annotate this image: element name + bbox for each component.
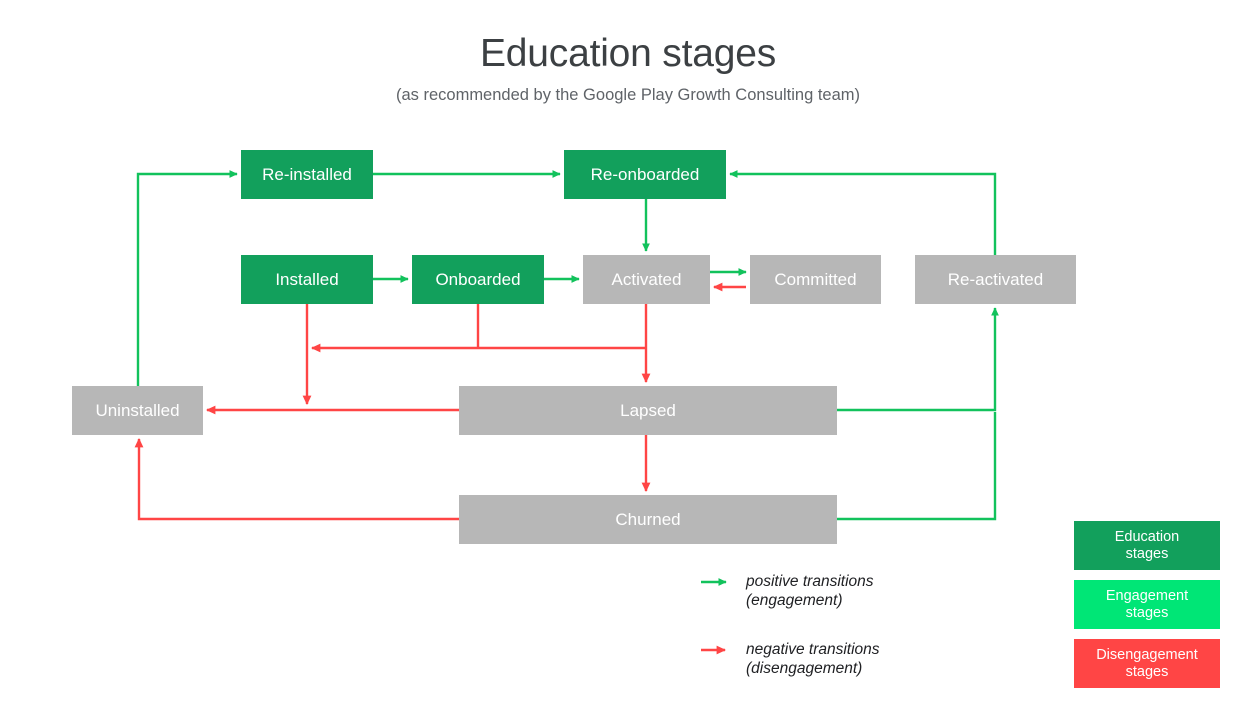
node-label: Re-activated [947, 269, 1044, 289]
node-re-activated[interactable]: Re-activated [915, 255, 1076, 304]
node-uninstalled[interactable]: Uninstalled [72, 386, 203, 435]
legend-chip-label: Disengagement stages [1096, 646, 1198, 680]
legend-chip-education: Education stages [1074, 521, 1220, 570]
node-label: Lapsed [620, 400, 676, 420]
edge-churned-to-uninstalled [134, 437, 459, 521]
legend-row-negative: negative transitions (disengagement) [700, 640, 880, 678]
node-re-installed[interactable]: Re-installed [241, 150, 373, 199]
legend-label-positive: positive transitions (engagement) [746, 573, 874, 609]
legend-chip-label: Engagement stages [1105, 587, 1189, 621]
edge-re-activated-to-re-onboarded [729, 170, 997, 255]
edge-uninstalled-to-re-installed [136, 170, 238, 386]
legend-chip-engagement: Engagement stages [1074, 580, 1220, 629]
node-lapsed[interactable]: Lapsed [459, 386, 837, 435]
node-label: Re-installed [262, 164, 352, 184]
node-activated[interactable]: Activated [583, 255, 710, 304]
positive-arrow-icon [701, 578, 727, 586]
node-label: Uninstalled [95, 400, 180, 420]
node-re-onboarded[interactable]: Re-onboarded [564, 150, 726, 199]
page-title: Education stages [479, 32, 776, 75]
node-churned[interactable]: Churned [459, 495, 837, 544]
legend-chip-label: Education stages [1114, 528, 1180, 562]
page-subtitle: (as recommended by the Google Play Growt… [395, 86, 861, 104]
node-label: Activated [611, 269, 682, 289]
edge-churned-to-re-activated [837, 412, 997, 521]
node-label: Onboarded [435, 269, 521, 289]
legend-label-negative: negative transitions (disengagement) [746, 641, 880, 677]
diagram-canvas: Education stages (as recommended by the … [0, 0, 1256, 703]
legend-row-positive: positive transitions (engagement) [700, 572, 874, 610]
negative-arrow-icon [701, 645, 727, 655]
edge-lapsed-to-re-activated [837, 307, 999, 412]
node-installed[interactable]: Installed [241, 255, 373, 304]
node-label: Churned [615, 509, 681, 529]
node-label: Committed [774, 269, 857, 289]
node-onboarded[interactable]: Onboarded [412, 255, 544, 304]
legend-chip-disengagement: Disengagement stages [1074, 639, 1220, 688]
node-label: Re-onboarded [590, 164, 700, 184]
node-label: Installed [275, 269, 339, 289]
legend-arrows: positive transitions (engagement) negati… [700, 572, 1070, 692]
node-committed[interactable]: Committed [750, 255, 881, 304]
